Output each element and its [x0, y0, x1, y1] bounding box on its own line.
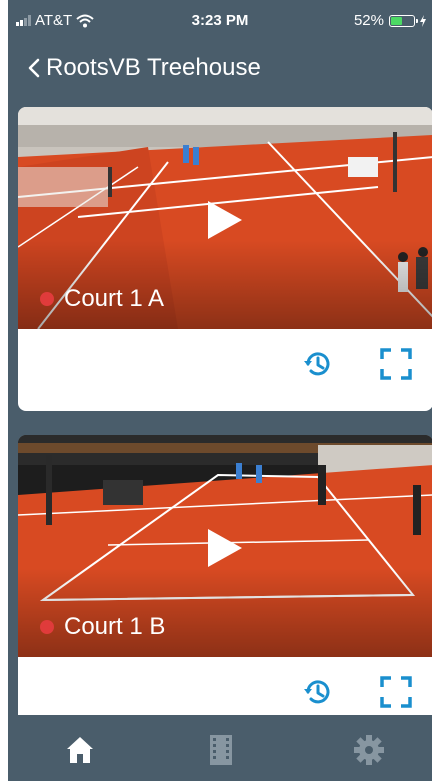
tab-videos[interactable]: [204, 733, 238, 767]
camera-label: Court 1 A: [40, 285, 164, 313]
page-title: RootsVB Treehouse: [46, 54, 261, 81]
history-icon: [304, 352, 330, 376]
tab-bar: [8, 715, 432, 781]
fullscreen-icon: [380, 348, 412, 380]
tab-home[interactable]: [63, 733, 97, 767]
live-dot-icon: [40, 292, 54, 306]
fullscreen-button[interactable]: [379, 675, 413, 709]
camera-card: Court 1 B: [18, 435, 432, 735]
camera-name: Court 1 A: [64, 285, 165, 312]
video-thumbnail[interactable]: Court 1 B: [18, 435, 432, 657]
camera-card: Court 1 A: [18, 107, 432, 411]
gear-icon: [354, 735, 384, 765]
card-actions: [301, 347, 413, 381]
tab-settings[interactable]: [352, 733, 386, 767]
home-icon: [67, 737, 93, 763]
chevron-left-icon: [28, 58, 40, 78]
history-icon: [304, 680, 330, 704]
video-thumbnail[interactable]: Court 1 A: [18, 107, 432, 329]
camera-name: Court 1 B: [64, 613, 166, 640]
app-screen: AT&T 3:23 PM 52% RootsVB Treehouse Court…: [8, 0, 432, 781]
status-bar: AT&T 3:23 PM 52%: [8, 0, 432, 40]
battery-icon: [389, 14, 418, 27]
back-button[interactable]: RootsVB Treehouse: [28, 54, 261, 82]
history-button[interactable]: [301, 675, 335, 709]
battery-percent: 52%: [353, 12, 384, 29]
charging-icon: [420, 14, 426, 27]
live-dot-icon: [40, 620, 54, 634]
history-button[interactable]: [301, 347, 335, 381]
play-icon[interactable]: [208, 529, 242, 567]
fullscreen-icon: [380, 676, 412, 708]
card-actions: [301, 675, 413, 709]
film-icon: [210, 735, 232, 765]
nav-bar: RootsVB Treehouse: [8, 48, 432, 88]
camera-label: Court 1 B: [40, 613, 165, 641]
fullscreen-button[interactable]: [379, 347, 413, 381]
play-icon[interactable]: [208, 201, 242, 239]
